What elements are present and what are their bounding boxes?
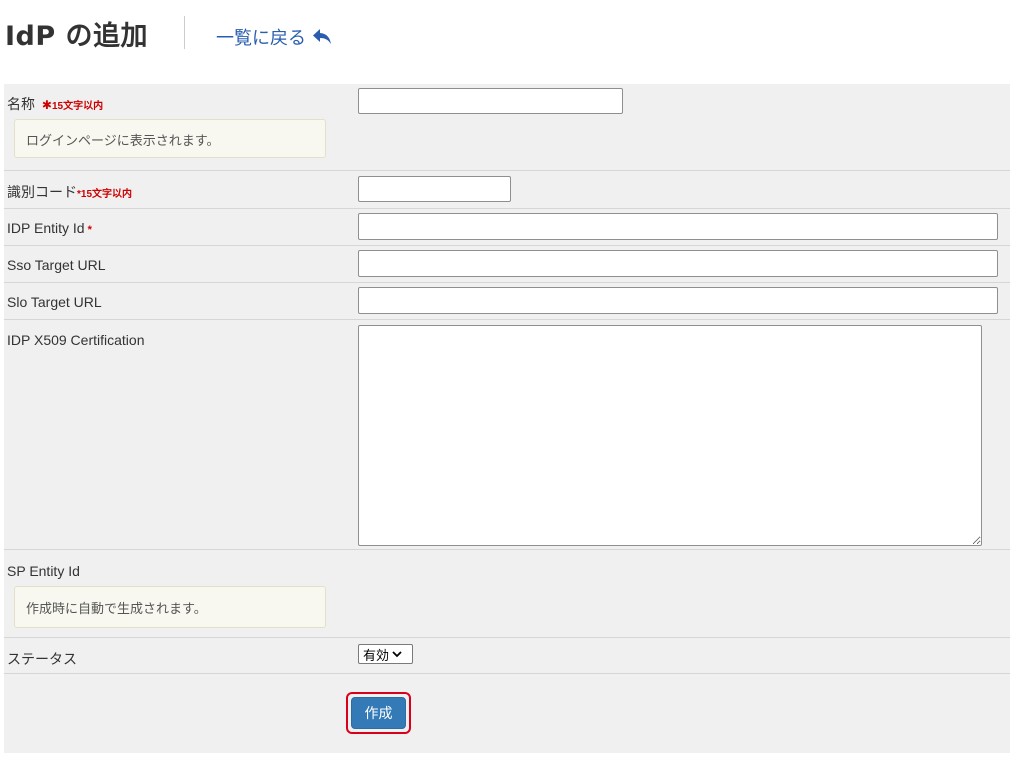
status-select[interactable]: 有効 [358, 644, 413, 664]
form-row-code: 識別コード*15文字以内 [4, 171, 1010, 209]
slo-target-url-input[interactable] [358, 287, 998, 314]
idp-entity-id-required: * [87, 224, 92, 236]
code-label-text: 識別コード [7, 184, 77, 200]
form-row-sso-target-url: Sso Target URL [4, 246, 1010, 283]
form-row-slo-target-url: Slo Target URL [4, 283, 1010, 320]
sso-target-url-label: Sso Target URL [7, 257, 106, 273]
idp-x509-label: IDP X509 Certification [7, 332, 145, 348]
slo-target-url-label: Slo Target URL [7, 294, 102, 310]
name-required-note: ✱15文字以内 [41, 98, 104, 112]
name-constraint: 15文字以内 [51, 101, 104, 112]
code-constraint: *15文字以内 [77, 189, 133, 200]
back-to-list-link[interactable]: 一覧に戻る [216, 24, 332, 50]
required-star: ✱ [41, 98, 52, 112]
status-select-value: 有効 [363, 648, 390, 664]
name-label: 名称 ✱15文字以内 [7, 94, 103, 114]
reply-arrow-icon [312, 28, 332, 46]
idp-entity-id-input[interactable] [358, 213, 998, 240]
code-input[interactable] [358, 176, 511, 202]
form-row-idp-entity-id: IDP Entity Id * [4, 209, 1010, 246]
back-link-label: 一覧に戻る [216, 28, 306, 49]
name-help-note: ログインページに表示されます。 [14, 119, 326, 158]
form-row-idp-x509: IDP X509 Certification [4, 320, 1010, 550]
idp-entity-id-label: IDP Entity Id * [7, 220, 92, 236]
header-divider [184, 16, 185, 49]
form-row-sp-entity-id: SP Entity Id 作成時に自動で生成されます。 [4, 550, 1010, 638]
create-button-highlight: 作成 [346, 692, 411, 734]
form-row-status: ステータス 有効 [4, 638, 1010, 674]
code-label: 識別コード*15文字以内 [7, 182, 132, 202]
create-button[interactable]: 作成 [351, 697, 406, 729]
status-label: ステータス [7, 651, 77, 667]
name-label-text: 名称 [7, 96, 35, 112]
idp-x509-textarea[interactable] [358, 325, 982, 546]
form-row-name: 名称 ✱15文字以内 ログインページに表示されます。 [4, 84, 1010, 171]
chevron-down-icon [392, 647, 402, 662]
sp-entity-id-help-note: 作成時に自動で生成されます。 [14, 586, 326, 628]
idp-form: 名称 ✱15文字以内 ログインページに表示されます。 識別コード*15文字以内 … [4, 84, 1010, 753]
sp-entity-id-label: SP Entity Id [7, 563, 80, 579]
sso-target-url-input[interactable] [358, 250, 998, 277]
name-input[interactable] [358, 88, 623, 114]
page-title: IdP の追加 [5, 21, 149, 52]
page-header: IdP の追加 一覧に戻る [0, 0, 1019, 84]
idp-entity-id-label-text: IDP Entity Id [7, 220, 85, 236]
